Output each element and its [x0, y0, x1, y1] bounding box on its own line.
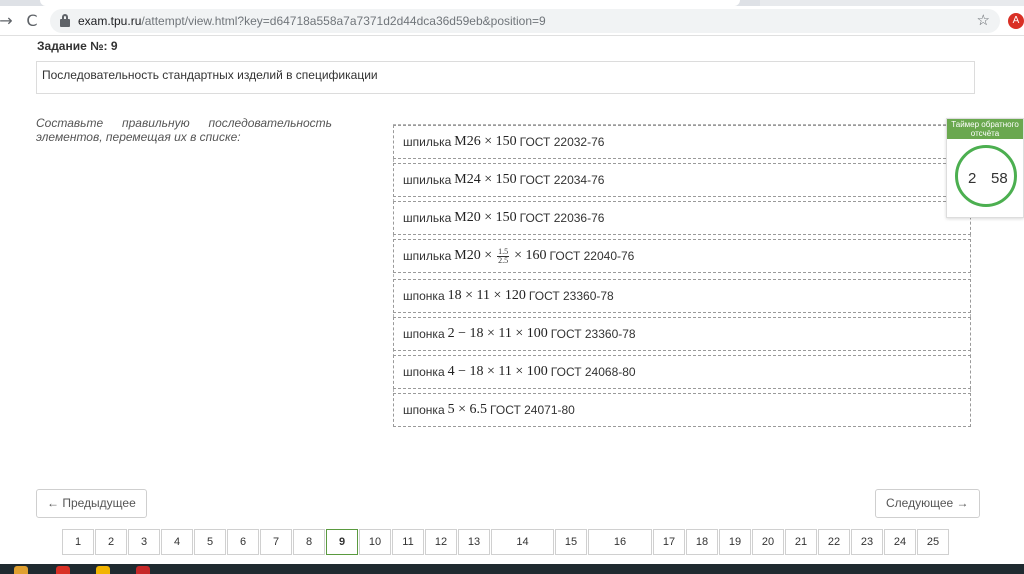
item-standard: ГОСТ 22034-76 — [519, 173, 605, 187]
item-standard: ГОСТ 24068-80 — [550, 365, 636, 379]
bookmark-star-icon[interactable]: ☆ — [977, 11, 990, 29]
item-prefix: шпилька — [403, 135, 452, 149]
page-button[interactable]: 20 — [752, 529, 784, 555]
item-prefix: шпонка — [403, 289, 445, 303]
page-button[interactable]: 25 — [917, 529, 949, 555]
task-number: 9 — [110, 39, 118, 53]
item-math: M26 × 150 — [454, 134, 517, 149]
sortable-item-3[interactable]: шпилька M20 × 150 ГОСТ 22036-76 — [393, 201, 971, 235]
reload-icon[interactable]: C — [22, 11, 42, 31]
instruction-text: Составьте правильную последовательность … — [36, 116, 332, 144]
page-button[interactable]: 3 — [128, 529, 160, 555]
url-path: /attempt/view.html?key=d64718a558a7a7371… — [141, 14, 546, 28]
page-button[interactable]: 12 — [425, 529, 457, 555]
item-math-tail: × 160 — [514, 248, 547, 263]
os-taskbar — [0, 564, 1024, 574]
item-fraction: 1.5 2.5 — [497, 247, 510, 265]
page-button[interactable]: 23 — [851, 529, 883, 555]
countdown-timer: Таймер обратного отсчёта 2 58 — [946, 118, 1024, 218]
item-math: 5 × 6.5 — [447, 402, 488, 417]
page-button[interactable]: 11 — [392, 529, 424, 555]
item-math: 18 × 11 × 120 — [447, 288, 526, 303]
page-button[interactable]: 22 — [818, 529, 850, 555]
url-text[interactable]: exam.tpu.ru/attempt/view.html?key=d64718… — [78, 14, 546, 28]
page-button[interactable]: 24 — [884, 529, 916, 555]
item-math: M24 × 150 — [454, 172, 517, 187]
page-button-current[interactable]: 9 — [326, 529, 358, 555]
previous-button[interactable]: ← Предыдущее — [36, 489, 147, 518]
sortable-item-8[interactable]: шпонка 5 × 6.5 ГОСТ 24071-80 — [393, 393, 971, 427]
page-button[interactable]: 5 — [194, 529, 226, 555]
page-button[interactable]: 21 — [785, 529, 817, 555]
sortable-item-1[interactable]: шпилька M26 × 150 ГОСТ 22032-76 — [393, 125, 971, 159]
item-prefix: шпилька — [403, 211, 452, 225]
item-standard: ГОСТ 23360-78 — [550, 327, 636, 341]
page-button[interactable]: 4 — [161, 529, 193, 555]
sortable-item-5[interactable]: шпонка 18 × 11 × 120 ГОСТ 23360-78 — [393, 279, 971, 313]
task-title: Задание №: 9 — [37, 39, 118, 53]
sortable-item-7[interactable]: шпонка 4 − 18 × 11 × 100 ГОСТ 24068-80 — [393, 355, 971, 389]
page-button[interactable]: 16 — [588, 529, 652, 555]
page-button[interactable]: 13 — [458, 529, 490, 555]
page-button[interactable]: 15 — [555, 529, 587, 555]
item-math: M20 × 150 — [454, 210, 517, 225]
address-bar[interactable]: exam.tpu.ru/attempt/view.html?key=d64718… — [50, 9, 1000, 33]
page-button[interactable]: 8 — [293, 529, 325, 555]
item-prefix: шпилька — [403, 173, 452, 187]
item-math: M20 × — [454, 248, 493, 263]
timer-title: Таймер обратного отсчёта — [947, 119, 1023, 139]
app-icon[interactable] — [136, 566, 150, 574]
app-icon[interactable] — [96, 566, 110, 574]
item-math: 2 − 18 × 11 × 100 — [447, 326, 548, 341]
task-label: Задание №: — [37, 39, 108, 53]
profile-avatar[interactable]: A — [1008, 13, 1024, 29]
page-button[interactable]: 2 — [95, 529, 127, 555]
page-button[interactable]: 7 — [260, 529, 292, 555]
page-button[interactable]: 6 — [227, 529, 259, 555]
page-button[interactable]: 17 — [653, 529, 685, 555]
sortable-item-2[interactable]: шпилька M24 × 150 ГОСТ 22034-76 — [393, 163, 971, 197]
forward-icon[interactable]: → — [0, 11, 16, 31]
page-button[interactable]: 14 — [491, 529, 554, 555]
page-button[interactable]: 10 — [359, 529, 391, 555]
item-standard: ГОСТ 22040-76 — [549, 249, 635, 263]
page-button[interactable]: 19 — [719, 529, 751, 555]
folder-icon[interactable] — [14, 566, 28, 574]
item-standard: ГОСТ 23360-78 — [528, 289, 614, 303]
item-prefix: шпонка — [403, 327, 445, 341]
page-button[interactable]: 18 — [686, 529, 718, 555]
item-prefix: шпилька — [403, 249, 452, 263]
question-text: Последовательность стандартных изделий в… — [36, 61, 975, 94]
item-math: 4 − 18 × 11 × 100 — [447, 364, 548, 379]
url-host: exam.tpu.ru — [78, 14, 142, 28]
timer-ring — [955, 145, 1017, 207]
browser-toolbar: → C exam.tpu.ru/attempt/view.html?key=d6… — [0, 6, 1024, 36]
next-button[interactable]: Следующее → — [875, 489, 980, 518]
sortable-item-6[interactable]: шпонка 2 − 18 × 11 × 100 ГОСТ 23360-78 — [393, 317, 971, 351]
item-prefix: шпонка — [403, 403, 445, 417]
timer-seconds: 58 — [991, 170, 1008, 187]
item-standard: ГОСТ 24071-80 — [490, 403, 575, 417]
browser-icon[interactable] — [56, 566, 70, 574]
sortable-item-4[interactable]: шпилька M20 × 1.5 2.5 × 160 ГОСТ 22040-76 — [393, 239, 971, 273]
page-button[interactable]: 1 — [62, 529, 94, 555]
lock-icon — [60, 14, 70, 27]
item-standard: ГОСТ 22032-76 — [519, 135, 605, 149]
item-standard: ГОСТ 22036-76 — [519, 211, 605, 225]
item-prefix: шпонка — [403, 365, 445, 379]
fraction-denominator: 2.5 — [498, 255, 509, 265]
timer-minutes: 2 — [968, 170, 977, 187]
